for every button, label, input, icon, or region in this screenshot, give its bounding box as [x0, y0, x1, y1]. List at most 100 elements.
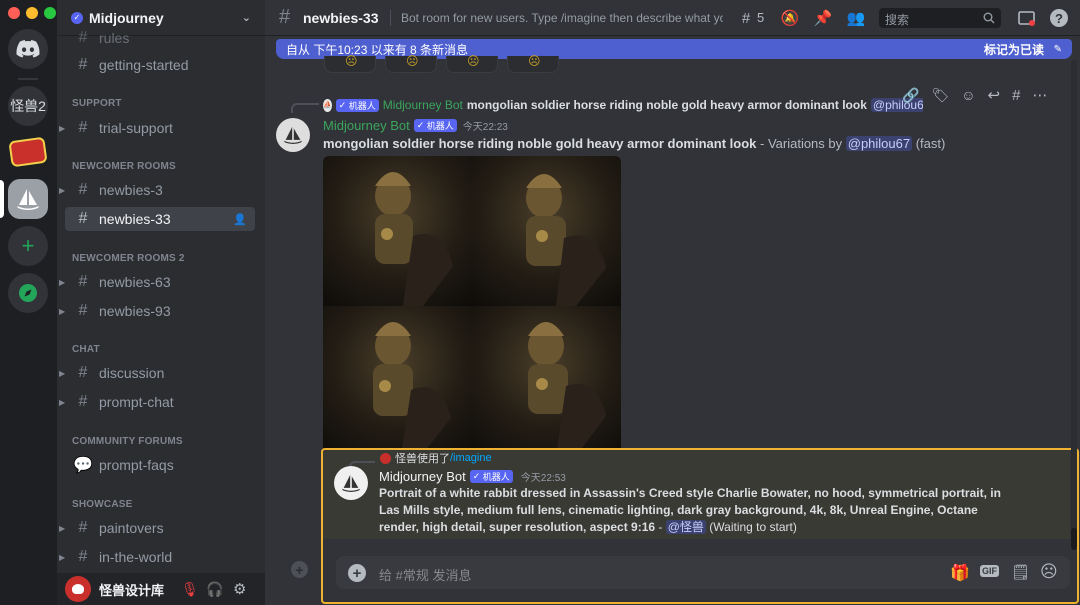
- image-grid[interactable]: [323, 156, 621, 456]
- threads-icon: #: [78, 519, 88, 536]
- gif-button[interactable]: GIF: [980, 565, 999, 577]
- message2-separator: -: [655, 520, 666, 534]
- plus-attachment-icon[interactable]: +: [348, 564, 366, 582]
- verified-icon: ✓: [71, 11, 83, 24]
- close-window-button[interactable]: [8, 7, 20, 19]
- more-options-icon[interactable]: ⋯: [1032, 86, 1047, 104]
- channel-label: newbies-93: [99, 303, 171, 319]
- channel-in-the-world[interactable]: ▶ # in-the-world: [59, 545, 255, 569]
- selected-server-indicator: [0, 180, 4, 218]
- channel-prompt-chat[interactable]: ▶ # prompt-chat: [59, 390, 255, 414]
- caret-right-icon: ▶: [59, 306, 66, 316]
- add-attachment-side-icon[interactable]: +: [291, 561, 308, 578]
- message1-mention[interactable]: @philou67: [845, 136, 913, 151]
- message1-timestamp: 今天22:23: [462, 121, 508, 133]
- caret-right-icon: ▶: [59, 185, 66, 195]
- gift-icon[interactable]: 🎁: [950, 563, 970, 583]
- hash-icon: #: [78, 56, 88, 73]
- minimize-window-button[interactable]: [26, 7, 38, 19]
- user-avatar[interactable]: [65, 576, 91, 602]
- category-chat[interactable]: CHAT: [72, 344, 100, 355]
- message1-prompt: mongolian soldier horse riding noble gol…: [323, 136, 757, 151]
- help-icon[interactable]: ?: [1050, 9, 1068, 27]
- headphones-icon[interactable]: 🎧: [206, 581, 223, 598]
- category-showcase[interactable]: SHOWCASE: [72, 499, 133, 510]
- member-list-icon[interactable]: 👥: [847, 9, 866, 27]
- server-name: Midjourney: [89, 9, 164, 26]
- pin-icon[interactable]: 📌: [814, 9, 833, 27]
- user-mini-avatar: [380, 452, 391, 464]
- mark-read-icon: ✎: [1053, 43, 1062, 55]
- category-newcomer-rooms[interactable]: NEWCOMER ROOMS: [72, 161, 176, 172]
- inbox-icon[interactable]: [1017, 9, 1035, 27]
- midjourney-bot-avatar[interactable]: [276, 118, 310, 152]
- server-guaishou2-button[interactable]: 怪兽2: [8, 86, 48, 126]
- server-guaishou2-label: 怪兽2: [10, 98, 46, 114]
- chat-scrollbar-track[interactable]: [1071, 60, 1077, 550]
- category-support[interactable]: SUPPORT: [72, 98, 122, 109]
- add-member-icon[interactable]: 👤: [233, 213, 247, 226]
- search-box[interactable]: 搜索: [879, 8, 1001, 28]
- emoji-face-icon: ☹: [528, 54, 541, 68]
- link-icon[interactable]: 🔗: [902, 87, 919, 104]
- message2-author[interactable]: Midjourney Bot: [379, 469, 466, 484]
- message1-author[interactable]: Midjourney Bot: [323, 118, 410, 133]
- channel-paintovers[interactable]: ▶ # paintovers: [59, 516, 255, 540]
- discord-home-button[interactable]: [8, 29, 48, 69]
- add-reaction-icon[interactable]: ☺: [961, 87, 975, 103]
- notification-muted-icon[interactable]: 🔕: [781, 9, 800, 27]
- channel-prompt-faqs[interactable]: 💬 prompt-faqs: [65, 453, 255, 477]
- grid-image-3[interactable]: [323, 306, 472, 456]
- message-composer: + 给 #常规 发消息 🎁 GIF 🗒 ☹: [336, 556, 1070, 589]
- sailboat-icon: ⛵: [323, 102, 332, 109]
- grid-image-1[interactable]: [323, 156, 472, 306]
- message2-mention[interactable]: @怪兽: [665, 520, 706, 534]
- avatar-face-icon: [72, 584, 84, 594]
- reaction-button[interactable]: ☹: [385, 54, 437, 73]
- gear-icon[interactable]: ⚙: [233, 580, 246, 598]
- sticker-icon[interactable]: 🗒: [1011, 563, 1030, 581]
- category-community-forums[interactable]: COMMUNITY FORUMS: [72, 436, 183, 447]
- threads-button[interactable]: #: [735, 9, 757, 27]
- chat-scrollbar-thumb[interactable]: [1071, 528, 1077, 550]
- reaction-button[interactable]: ☹: [507, 54, 559, 73]
- reaction-button[interactable]: ☹: [446, 54, 498, 73]
- reply-preview[interactable]: ⛵ ✓ 机器人 Midjourney Bot mongolian soldier…: [323, 97, 923, 113]
- threads-icon: #: [78, 273, 88, 290]
- grid-image-2[interactable]: [472, 156, 621, 306]
- header-divider: [390, 10, 391, 26]
- explore-servers-button[interactable]: [8, 273, 48, 313]
- username[interactable]: 怪兽设计库: [99, 580, 164, 599]
- mark-read-button[interactable]: 标记为已读: [984, 41, 1044, 58]
- message-input[interactable]: 给 #常规 发消息: [379, 565, 471, 584]
- reaction-button[interactable]: ☹: [324, 54, 376, 73]
- channel-trial-support[interactable]: ▶ # trial-support: [59, 116, 255, 140]
- tag-icon[interactable]: 🏷: [931, 87, 949, 104]
- server-red-logo-button[interactable]: [8, 132, 48, 172]
- channel-newbies-63[interactable]: ▶ # newbies-63: [59, 270, 255, 294]
- channel-topic[interactable]: Bot room for new users. Type /imagine th…: [401, 11, 723, 25]
- command-user[interactable]: 怪兽使用了: [395, 450, 450, 466]
- add-server-button[interactable]: +: [8, 226, 48, 266]
- channel-newbies-93[interactable]: ▶ # newbies-93: [59, 299, 255, 323]
- reply-icon[interactable]: ↩: [988, 86, 1001, 104]
- armored-rider-illustration: [373, 322, 451, 456]
- threads-icon: #: [279, 6, 291, 28]
- create-thread-icon[interactable]: #: [1012, 87, 1020, 104]
- command-name[interactable]: /imagine: [450, 452, 492, 464]
- message2-status: (Waiting to start): [705, 520, 797, 534]
- channel-newbies-3[interactable]: ▶ # newbies-3: [59, 178, 255, 202]
- zoom-window-button[interactable]: [44, 7, 56, 19]
- mic-muted-icon[interactable]: 🎙: [181, 581, 199, 598]
- threads-icon: #: [78, 393, 88, 410]
- midjourney-bot-avatar[interactable]: [334, 466, 368, 500]
- server-midjourney-button[interactable]: [8, 179, 48, 219]
- emoji-icon[interactable]: ☹: [1040, 562, 1058, 582]
- channel-getting-started[interactable]: # getting-started: [65, 53, 255, 77]
- channel-title: newbies-33: [303, 9, 379, 26]
- channel-rules-partial[interactable]: # rules: [65, 26, 255, 50]
- category-newcomer-rooms-2[interactable]: NEWCOMER ROOMS 2: [72, 253, 185, 264]
- grid-image-4[interactable]: [472, 306, 621, 456]
- channel-newbies-33[interactable]: # newbies-33 👤: [65, 207, 255, 231]
- channel-discussion[interactable]: ▶ # discussion: [59, 361, 255, 385]
